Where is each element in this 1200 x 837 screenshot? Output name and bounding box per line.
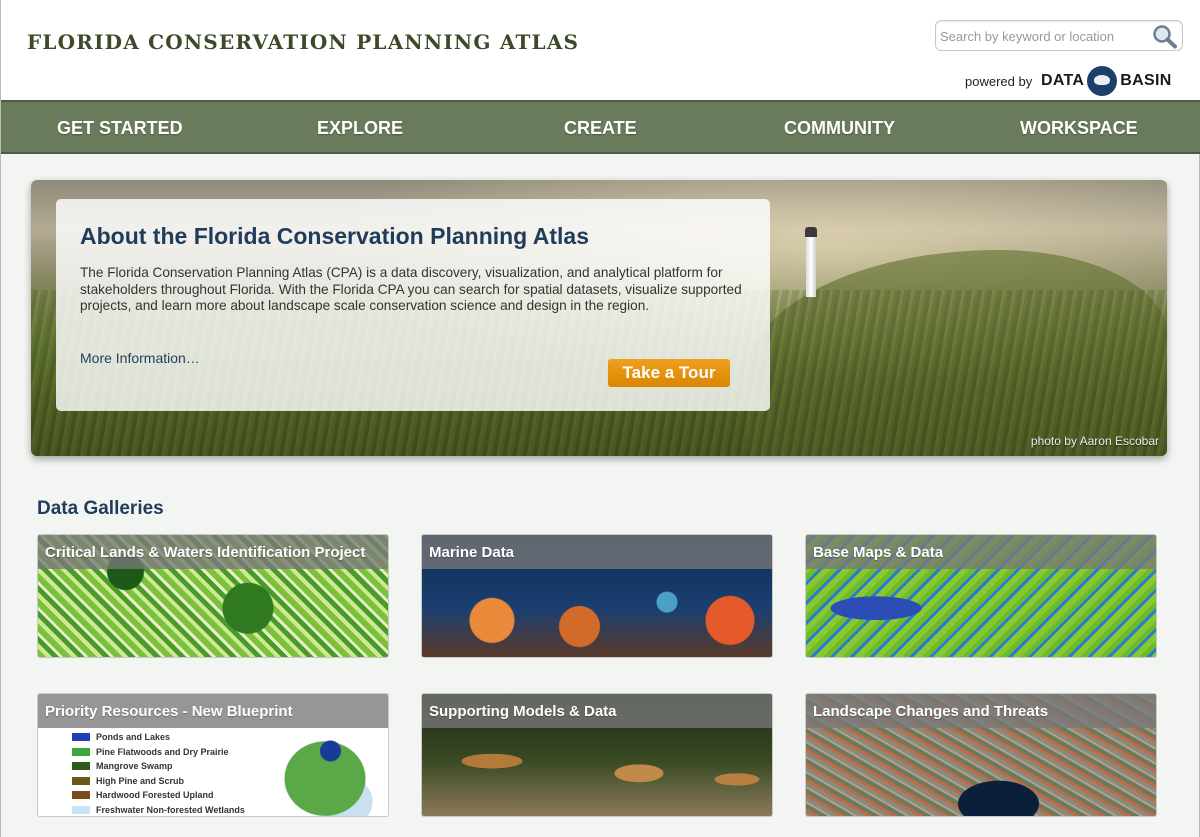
data-basin-logo[interactable]: DATA BASIN [1041, 65, 1172, 97]
photo-credit: photo by Aaron Escobar [1030, 434, 1159, 448]
legend-label: High Pine and Scrub [96, 775, 185, 786]
powered-by-text: powered by [965, 74, 1033, 89]
about-title: About the Florida Conservation Planning … [80, 223, 590, 249]
legend-swatch [72, 805, 90, 814]
legend-item: Pine Flatwoods and Dry Prairie [72, 745, 245, 760]
tile-label-bar: Supporting Models & Data [422, 694, 772, 728]
nav-community[interactable]: COMMUNITY [784, 102, 895, 152]
gallery-tile-base-maps[interactable]: Base Maps & Data [805, 534, 1157, 658]
legend-item: Freshwater Non-forested Wetlands [72, 803, 245, 816]
hero-banner: About the Florida Conservation Planning … [31, 180, 1167, 456]
legend-swatch [72, 733, 90, 741]
more-information-link[interactable]: More Information… [80, 350, 200, 366]
nav-create[interactable]: CREATE [564, 102, 637, 152]
tile-label: Landscape Changes and Threats [813, 703, 1049, 720]
legend-label: Hardwood Forested Upland [96, 790, 214, 801]
tile-label-bar: Critical Lands & Waters Identification P… [38, 535, 388, 569]
gallery-tile-supporting-models[interactable]: Supporting Models & Data [421, 693, 773, 817]
gallery-tile-landscape-changes[interactable]: Landscape Changes and Threats [805, 693, 1157, 817]
tile-label: Priority Resources - New Blueprint [45, 703, 293, 720]
legend-swatch [72, 762, 90, 771]
tile-label: Critical Lands & Waters Identification P… [45, 544, 366, 561]
magnifier-icon [1153, 25, 1177, 49]
legend-item: Mangrove Swamp [72, 759, 245, 774]
legend-swatch [72, 747, 90, 756]
search-button[interactable] [1151, 23, 1179, 49]
legend-swatch [72, 776, 90, 785]
search-input[interactable] [940, 25, 1145, 47]
lighthouse-image [805, 227, 817, 297]
about-description: The Florida Conservation Planning Atlas … [80, 265, 742, 313]
site-header: FLORIDA CONSERVATION PLANNING ATLAS powe… [1, 0, 1200, 100]
priority-legend: Ponds and Lakes Pine Flatwoods and Dry P… [72, 730, 245, 816]
legend-label: Mangrove Swamp [96, 761, 173, 772]
legend-item: Hardwood Forested Upland [72, 788, 245, 803]
data-galleries-heading: Data Galleries [37, 498, 164, 519]
legend-label: Freshwater Non-forested Wetlands [96, 804, 245, 815]
tile-label-bar: Marine Data [422, 535, 772, 569]
gallery-tile-marine-data[interactable]: Marine Data [421, 534, 773, 658]
tile-label: Supporting Models & Data [429, 703, 617, 720]
legend-swatch [72, 791, 90, 800]
tile-label-bar: Base Maps & Data [806, 535, 1156, 569]
legend-label: Pine Flatwoods and Dry Prairie [96, 746, 229, 757]
legend-item: Ponds and Lakes [72, 730, 245, 745]
legend-item: High Pine and Scrub [72, 774, 245, 789]
take-a-tour-button[interactable]: Take a Tour [608, 359, 730, 387]
nav-workspace[interactable]: WORKSPACE [1020, 102, 1138, 152]
search-box [935, 20, 1183, 51]
about-panel: About the Florida Conservation Planning … [56, 199, 770, 411]
nav-explore[interactable]: EXPLORE [317, 102, 403, 152]
main-nav: GET STARTED EXPLORE CREATE COMMUNITY WOR… [1, 100, 1200, 154]
logo-basin-text: BASIN [1120, 72, 1172, 89]
gallery-tile-priority-resources[interactable]: Ponds and Lakes Pine Flatwoods and Dry P… [37, 693, 389, 817]
tile-label: Base Maps & Data [813, 544, 944, 561]
nav-get-started[interactable]: GET STARTED [57, 102, 183, 152]
data-basin-emblem-icon [1087, 66, 1118, 96]
tile-label: Marine Data [429, 544, 515, 561]
florida-map-thumbnail [270, 728, 380, 816]
tile-label-bar: Priority Resources - New Blueprint [38, 694, 388, 728]
legend-label: Ponds and Lakes [96, 732, 171, 742]
gallery-tile-critical-lands[interactable]: Critical Lands & Waters Identification P… [37, 534, 389, 658]
site-title[interactable]: FLORIDA CONSERVATION PLANNING ATLAS [27, 30, 579, 54]
logo-data-text: DATA [1041, 72, 1085, 89]
tile-label-bar: Landscape Changes and Threats [806, 694, 1156, 728]
